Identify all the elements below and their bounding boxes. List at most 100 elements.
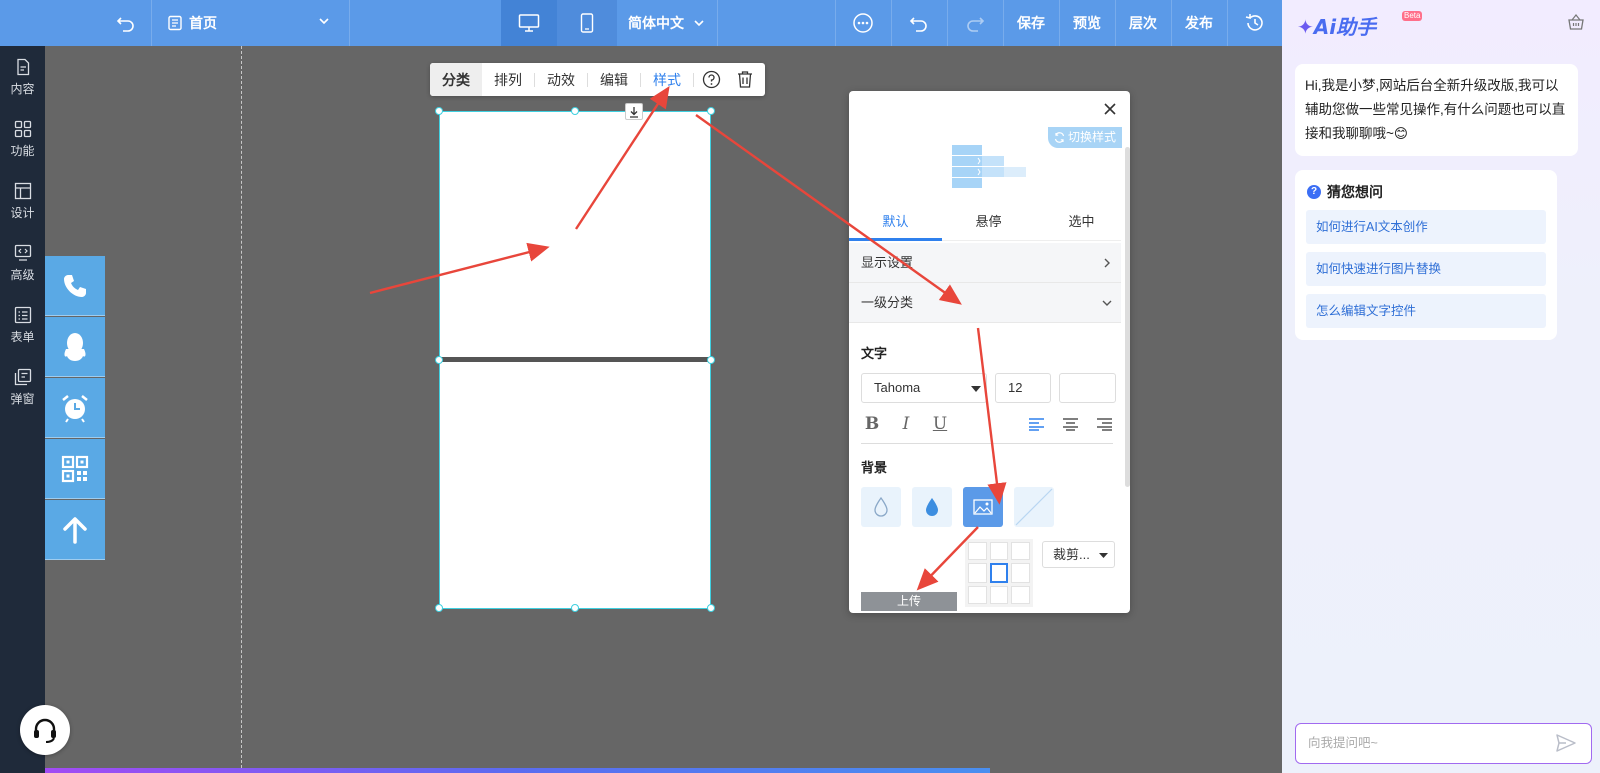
beta-badge: Beta — [1402, 11, 1423, 21]
ai-assistant-panel: ✦Ai助手 Beta Hi,我是小梦,网站后台全新升级改版,我可以辅助您做一些常… — [1282, 0, 1600, 773]
animation-tab[interactable]: 动效 — [535, 63, 587, 96]
bg-transparent-option[interactable] — [1014, 487, 1054, 527]
sidebar-item-advanced[interactable]: 高级 — [0, 234, 45, 292]
bg-none-option[interactable] — [861, 487, 901, 527]
code-icon — [14, 244, 31, 261]
layout-icon — [14, 182, 31, 199]
align-left-button[interactable] — [1025, 413, 1047, 435]
underline-button[interactable]: U — [929, 413, 951, 435]
delete-button[interactable] — [728, 63, 762, 96]
panel-scrollbar[interactable] — [1125, 147, 1130, 487]
mobile-view-button[interactable] — [557, 0, 617, 46]
resize-handle-top-left[interactable] — [435, 107, 443, 115]
style-tab[interactable]: 样式 — [641, 63, 693, 96]
resize-handle-bottom-left[interactable] — [435, 604, 443, 612]
float-alarm-button[interactable] — [45, 378, 105, 438]
undo-page-button[interactable] — [102, 0, 150, 46]
suggestion-item[interactable]: 如何快速进行图片替换 — [1306, 252, 1546, 286]
bg-image-option[interactable] — [963, 487, 1003, 527]
float-phone-button[interactable] — [45, 256, 105, 316]
desktop-view-button[interactable] — [501, 0, 557, 46]
caret-down-icon — [971, 386, 981, 392]
float-qrcode-button[interactable] — [45, 439, 105, 499]
sidebar-item-form[interactable]: 表单 — [0, 296, 45, 354]
download-button[interactable] — [625, 103, 643, 120]
send-icon[interactable] — [1556, 734, 1576, 752]
bold-button[interactable]: B — [861, 413, 883, 435]
resize-handle-right[interactable] — [707, 356, 715, 364]
phone-device-icon — [580, 13, 594, 33]
resize-handle-top[interactable] — [571, 107, 579, 115]
undo-button[interactable] — [891, 0, 947, 46]
sidebar-item-function[interactable]: 功能 — [0, 110, 45, 168]
align-center-button[interactable] — [1059, 413, 1081, 435]
crop-select[interactable]: 裁剪... — [1042, 541, 1115, 568]
qrcode-icon — [61, 455, 89, 482]
alarm-clock-icon — [62, 394, 88, 423]
shop-button[interactable] — [1567, 14, 1585, 30]
suggestions-title-text: 猜您想问 — [1327, 184, 1383, 200]
redo-icon — [967, 17, 985, 32]
language-selector[interactable]: 简体中文 — [617, 0, 717, 46]
position-bottom-right[interactable] — [1011, 586, 1030, 604]
display-settings-row[interactable]: 显示设置 — [849, 243, 1121, 283]
close-button[interactable] — [1102, 101, 1118, 117]
caret-down-icon — [1099, 553, 1108, 558]
basket-icon — [1568, 14, 1584, 30]
back-arrow-icon — [116, 17, 134, 32]
float-qq-button[interactable] — [45, 317, 105, 377]
loading-progress-bar — [45, 768, 990, 773]
position-left[interactable] — [968, 563, 987, 583]
sidebar-item-popup[interactable]: 弹窗 — [0, 358, 45, 416]
tab-hover[interactable]: 悬停 — [942, 209, 1035, 241]
resize-handle-top-right[interactable] — [707, 107, 715, 115]
position-top-right[interactable] — [1011, 542, 1030, 560]
preview-button[interactable]: 预览 — [1059, 0, 1115, 46]
help-button[interactable] — [694, 63, 728, 96]
position-right[interactable] — [1011, 563, 1030, 583]
position-center[interactable] — [989, 563, 1009, 583]
history-button[interactable] — [1227, 0, 1282, 46]
font-family-select[interactable]: Tahoma — [861, 373, 987, 403]
edit-tab[interactable]: 编辑 — [588, 63, 640, 96]
position-bottom[interactable] — [989, 586, 1009, 604]
style-panel: 切换样式 默认 悬停 选中 显示设置 一级分类 文字 Tahoma 12 B I… — [849, 91, 1130, 613]
align-right-button[interactable] — [1093, 413, 1115, 435]
sidebar-item-content[interactable]: 内容 — [0, 48, 45, 106]
position-bottom-left[interactable] — [968, 586, 987, 604]
align-right-icon — [1096, 417, 1112, 431]
publish-button[interactable]: 发布 — [1171, 0, 1227, 46]
font-size-input[interactable]: 12 — [995, 373, 1051, 403]
more-button[interactable] — [835, 0, 891, 46]
sidebar-item-design[interactable]: 设计 — [0, 172, 45, 230]
layers-button[interactable]: 层次 — [1115, 0, 1171, 46]
suggestion-item[interactable]: 如何进行AI文本创作 — [1306, 210, 1546, 244]
category-tab[interactable]: 分类 — [430, 63, 482, 96]
close-icon — [1104, 103, 1116, 115]
page-selector[interactable]: 首页 — [151, 0, 349, 46]
save-button[interactable]: 保存 — [1003, 0, 1059, 46]
ai-question-input[interactable]: 向我提问吧~ — [1295, 723, 1592, 764]
arrange-tab[interactable]: 排列 — [482, 63, 534, 96]
position-top-left[interactable] — [968, 542, 987, 560]
italic-button[interactable]: I — [895, 413, 917, 435]
level1-category-row[interactable]: 一级分类 — [849, 283, 1121, 323]
position-top[interactable] — [989, 542, 1009, 560]
upload-button[interactable]: 上传 — [861, 592, 957, 611]
switch-style-button[interactable]: 切换样式 — [1047, 127, 1122, 148]
resize-handle-bottom-right[interactable] — [707, 604, 715, 612]
bg-color-option[interactable] — [912, 487, 952, 527]
redo-button[interactable] — [947, 0, 1003, 46]
customer-service-button[interactable] — [20, 705, 70, 755]
tab-default[interactable]: 默认 — [849, 209, 942, 241]
resize-handle-bottom[interactable] — [571, 604, 579, 612]
form-icon — [14, 306, 31, 323]
chevron-down-icon — [319, 18, 329, 25]
tab-selected[interactable]: 选中 — [1035, 209, 1128, 241]
resize-handle-left[interactable] — [435, 356, 443, 364]
text-color-input[interactable] — [1059, 373, 1116, 403]
language-label: 简体中文 — [628, 15, 684, 31]
float-back-to-top-button[interactable] — [45, 500, 105, 560]
qq-icon — [64, 332, 86, 361]
suggestion-item[interactable]: 怎么编辑文字控件 — [1306, 294, 1546, 328]
